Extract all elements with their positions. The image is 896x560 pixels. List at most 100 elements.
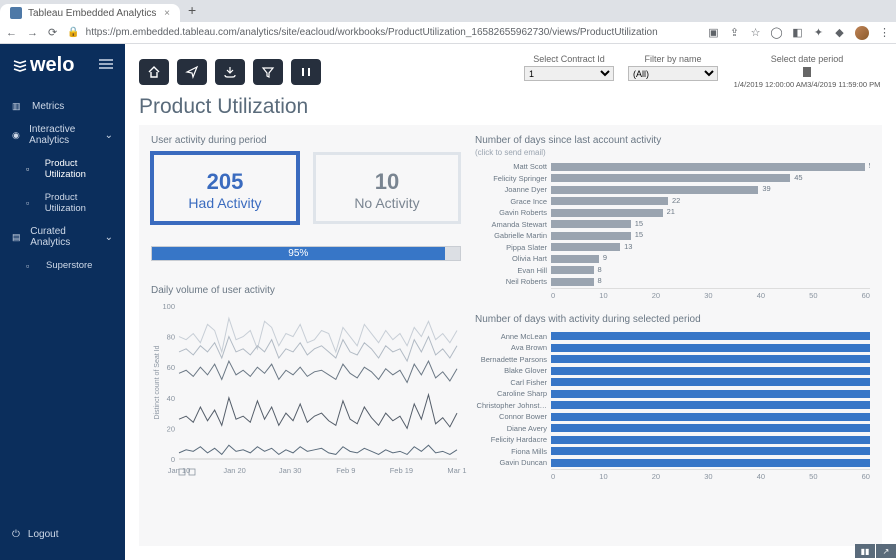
home-button[interactable]: [139, 59, 169, 85]
table-row[interactable]: Gavin Roberts21: [475, 207, 870, 219]
table-row[interactable]: Diane Avery60: [475, 423, 870, 435]
globe-icon: ◉: [12, 130, 21, 141]
chart-days-with: Number of days with activity during sele…: [475, 314, 870, 481]
extension-row: ▣ ⇪ ☆ ◯ ◧ ✦ ◆ ⋮: [708, 26, 890, 40]
table-row[interactable]: Christopher Johnst…60: [475, 400, 870, 412]
doc-icon: ▫: [26, 261, 38, 271]
menu-toggle-icon[interactable]: [99, 59, 113, 72]
name-select[interactable]: (All): [628, 66, 718, 81]
contract-select[interactable]: 1: [524, 66, 614, 81]
table-row[interactable]: Joanne Dyer39: [475, 184, 870, 196]
sidebar-item-5[interactable]: ▫Superstore: [0, 254, 125, 277]
filter-button[interactable]: [253, 59, 283, 85]
svg-text:Jan 20: Jan 20: [223, 466, 246, 475]
table-row[interactable]: Neil Roberts8: [475, 276, 870, 288]
pause-button[interactable]: [291, 59, 321, 85]
table-row[interactable]: Gavin Duncan60: [475, 457, 870, 469]
name-filter: Filter by name (All): [628, 54, 718, 81]
table-row[interactable]: Caroline Sharp60: [475, 388, 870, 400]
chart-icon: ▥: [12, 101, 24, 112]
doc-icon: ▫: [26, 198, 37, 208]
logout-icon: ⏻: [12, 529, 20, 540]
browser-tab[interactable]: Tableau Embedded Analytics ×: [0, 4, 180, 22]
svg-text:0: 0: [171, 455, 175, 464]
table-row[interactable]: Fiona Mills60: [475, 446, 870, 458]
ext1-icon[interactable]: ◯: [771, 27, 782, 38]
date-filter: Select date period 1/4/2019 12:00:00 AM …: [732, 54, 882, 89]
page-title: Product Utilization: [125, 95, 896, 125]
chart-days-since: Number of days since last account activi…: [475, 135, 870, 300]
table-row[interactable]: Connor Bower60: [475, 411, 870, 423]
close-icon[interactable]: ×: [164, 8, 170, 19]
status-bar: ▮▮ ↗: [855, 542, 896, 560]
browser-toolbar: ← → ⟳ 🔒 https://pm.embedded.tableau.com/…: [0, 22, 896, 44]
sidebar: welo ▥Metrics◉Interactive Analytics⌄▫Pro…: [0, 44, 125, 560]
new-tab-button[interactable]: +: [180, 0, 204, 22]
svg-text:100: 100: [162, 302, 175, 311]
daily-title: Daily volume of user activity: [151, 285, 461, 296]
table-row[interactable]: Anne McLean60: [475, 331, 870, 343]
status-pause-button[interactable]: ▮▮: [855, 544, 875, 558]
table-row[interactable]: Gabrielle Martin15: [475, 230, 870, 242]
table-row[interactable]: Bernadette Parsons60: [475, 354, 870, 366]
table-row[interactable]: Amanda Stewart15: [475, 219, 870, 231]
svg-text:60: 60: [167, 363, 175, 372]
logout-button[interactable]: ⏻ Logout: [0, 519, 125, 560]
table-row[interactable]: Grace Ince22: [475, 196, 870, 208]
sidebar-item-0[interactable]: ▥Metrics: [0, 95, 125, 118]
svg-text:Feb 19: Feb 19: [390, 466, 413, 475]
svg-text:Distinct count of Seat Id: Distinct count of Seat Id: [154, 345, 161, 419]
svg-text:80: 80: [167, 333, 175, 342]
forward-icon[interactable]: →: [27, 27, 38, 39]
ext4-icon[interactable]: ◆: [834, 27, 845, 38]
table-row[interactable]: Matt Scott59: [475, 161, 870, 173]
sidebar-item-2[interactable]: ▫Product Utilization: [0, 152, 125, 186]
bar-chart-since[interactable]: Matt Scott59Felicity Springer45Joanne Dy…: [475, 161, 870, 288]
table-row[interactable]: Evan Hill8: [475, 265, 870, 277]
daily-line-chart[interactable]: 0 20 40 60 80 100 Distinct count of Seat Id Jan…: [151, 302, 461, 477]
url-text: https://pm.embedded.tableau.com/analytic…: [86, 27, 658, 38]
progress-bar: 95%: [151, 246, 461, 261]
ext2-icon[interactable]: ◧: [792, 27, 803, 38]
svg-text:40: 40: [167, 394, 175, 403]
kpi-no-activity[interactable]: 10 No Activity: [313, 152, 461, 224]
main-content: Select Contract Id 1 Filter by name (All…: [125, 44, 896, 560]
table-row[interactable]: Olivia Hart9: [475, 253, 870, 265]
share-button[interactable]: [177, 59, 207, 85]
sidebar-item-1[interactable]: ◉Interactive Analytics⌄: [0, 118, 125, 152]
sidebar-item-4[interactable]: ▤Curated Analytics⌄: [0, 220, 125, 254]
tab-favicon: [10, 7, 22, 19]
sidebar-item-3[interactable]: ▫Product Utilization: [0, 186, 125, 220]
table-row[interactable]: Blake Glover60: [475, 365, 870, 377]
download-button[interactable]: [215, 59, 245, 85]
tab-title: Tableau Embedded Analytics: [28, 8, 156, 19]
profile-avatar[interactable]: [855, 26, 869, 40]
kebab-icon[interactable]: ⋮: [879, 27, 890, 38]
browser-tab-strip: Tableau Embedded Analytics × +: [0, 0, 896, 22]
kpi-had-activity[interactable]: 205 Had Activity: [151, 152, 299, 224]
lock-icon: 🔒: [67, 27, 79, 38]
contract-filter: Select Contract Id 1: [524, 54, 614, 81]
table-row[interactable]: Felicity Hardacre60: [475, 434, 870, 446]
ext3-icon[interactable]: ✦: [813, 27, 824, 38]
address-bar[interactable]: 🔒 https://pm.embedded.tableau.com/analyt…: [67, 27, 698, 38]
star-icon[interactable]: ☆: [750, 27, 761, 38]
status-expand-button[interactable]: ↗: [876, 544, 896, 558]
chevron-down-icon: ⌄: [105, 232, 113, 243]
bar-icon: ▤: [12, 232, 22, 243]
table-row[interactable]: Pippa Slater13: [475, 242, 870, 254]
reload-icon[interactable]: ⟳: [48, 26, 57, 39]
table-row[interactable]: Carl Fisher60: [475, 377, 870, 389]
svg-text:Mar 1: Mar 1: [447, 466, 466, 475]
brand-logo: welo: [12, 54, 74, 77]
kpi-section-title: User activity during period: [151, 135, 461, 146]
bar-chart-with[interactable]: Anne McLean60Ava Brown60Bernadette Parso…: [475, 331, 870, 469]
doc-icon: ▫: [26, 164, 37, 174]
table-row[interactable]: Felicity Springer45: [475, 173, 870, 185]
share-icon[interactable]: ⇪: [729, 27, 740, 38]
cast-icon[interactable]: ▣: [708, 27, 719, 38]
table-row[interactable]: Ava Brown60: [475, 342, 870, 354]
chevron-down-icon: ⌄: [105, 130, 113, 141]
back-icon[interactable]: ←: [6, 27, 17, 39]
svg-text:20: 20: [167, 424, 175, 433]
